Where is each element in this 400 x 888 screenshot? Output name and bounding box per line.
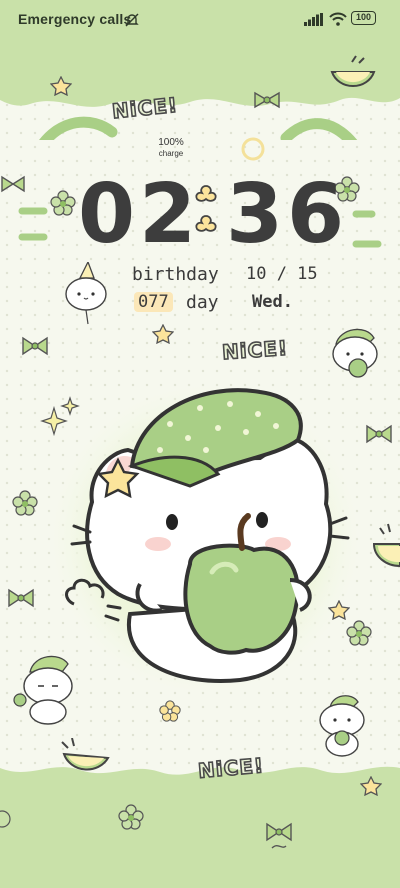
bow-icon xyxy=(1,175,25,193)
flower-icon xyxy=(12,490,38,516)
bow-icon xyxy=(254,91,280,109)
cat-sleepy-icon xyxy=(13,655,73,725)
star-icon xyxy=(152,324,174,344)
nice-sticker: NiCE! xyxy=(220,335,289,365)
dash-marks-icon xyxy=(352,210,382,248)
star-icon xyxy=(328,600,350,620)
flower-icon xyxy=(50,190,76,216)
weekday: Wed. xyxy=(252,292,293,312)
bow-icon xyxy=(8,588,34,608)
bow-icon xyxy=(22,336,48,356)
star-icon xyxy=(50,76,72,96)
flower-separator-icon xyxy=(195,185,217,232)
dash-marks-icon xyxy=(18,207,48,241)
carrier-text: Emergency calls xyxy=(18,11,132,27)
charge-label: charge xyxy=(158,149,184,158)
apple-slice-icon xyxy=(330,55,376,87)
clock-hours: 02 xyxy=(78,167,201,262)
do-not-disturb-icon xyxy=(125,13,139,27)
charge-percent: 100% xyxy=(158,137,184,148)
flower-icon xyxy=(0,810,11,828)
cat-apple-icon xyxy=(319,695,365,757)
bow-icon xyxy=(266,822,292,849)
party-cat-icon xyxy=(65,262,107,325)
clock-minutes: 36 xyxy=(226,167,349,262)
day-count: 077 xyxy=(134,292,173,312)
wifi-icon xyxy=(329,12,347,26)
charge-indicator: 100% charge xyxy=(150,137,192,158)
day-label: day xyxy=(186,292,219,313)
apple-slice-icon xyxy=(61,738,110,771)
flower-icon xyxy=(118,804,144,830)
battery-icon: 100 xyxy=(351,11,376,25)
status-bar: Emergency calls 100 xyxy=(0,0,400,40)
birthday-label: birthday xyxy=(132,264,219,285)
date-text: 10 / 15 xyxy=(246,264,318,284)
apple-slice-icon xyxy=(372,523,400,568)
battery-level: 100 xyxy=(355,12,372,22)
ring-icon xyxy=(241,137,265,161)
flower-icon xyxy=(346,620,372,646)
flower-icon xyxy=(159,700,181,722)
cat-holding-apple-illustration xyxy=(45,379,365,699)
star-icon xyxy=(360,776,382,796)
signal-icon xyxy=(304,13,323,26)
